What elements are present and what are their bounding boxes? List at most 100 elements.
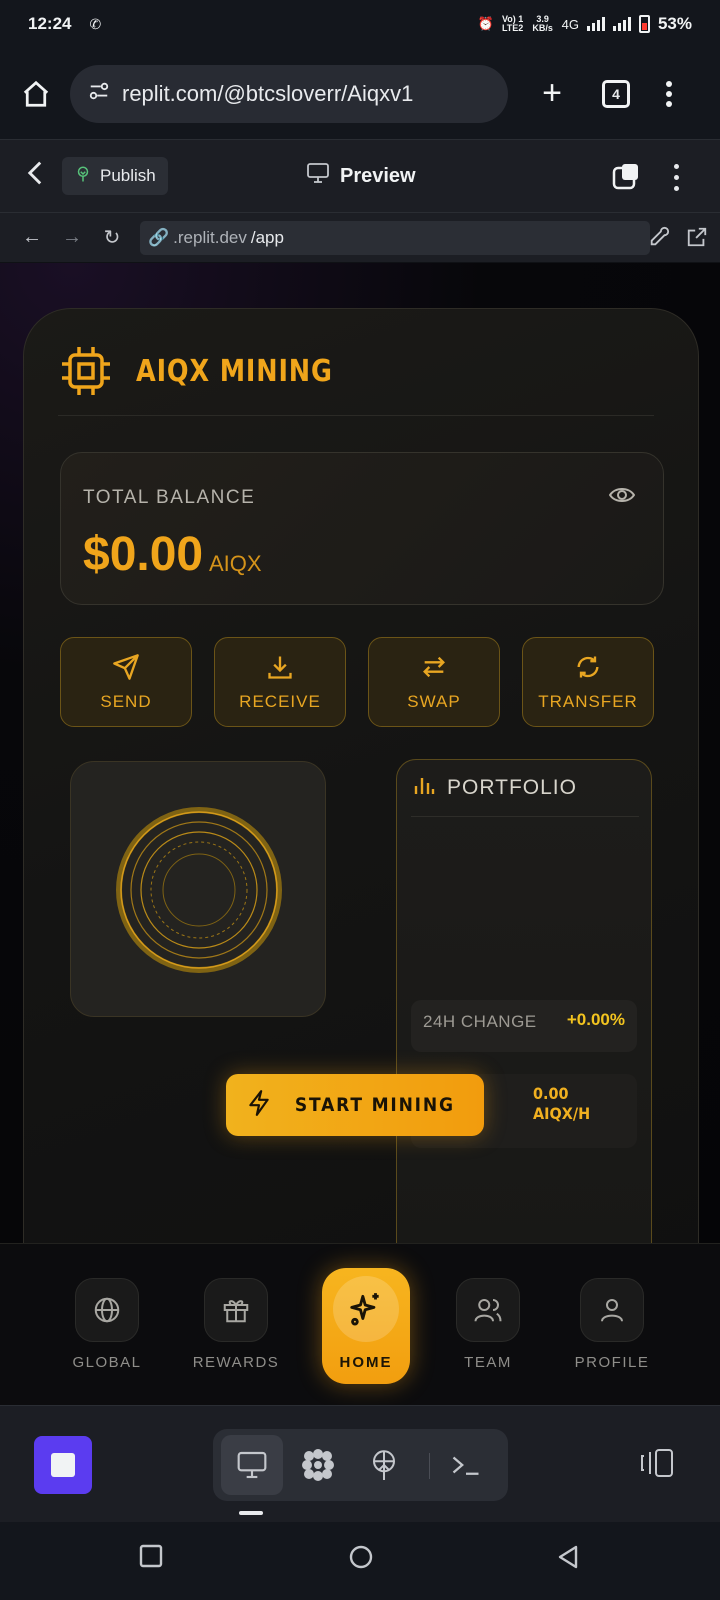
battery-percent: 53%	[657, 14, 692, 33]
wifi-call-icon: ✆	[89, 15, 102, 32]
balance-amount: $0.00	[83, 528, 204, 581]
status-time: 12:24	[28, 14, 72, 33]
mining-rate-value: 0.00 AIQX/H	[533, 1084, 591, 1123]
reload-icon[interactable]: ↻	[92, 225, 132, 250]
status-net-volte: Vo) 1 LTE2	[501, 14, 524, 33]
receive-button[interactable]: RECEIVE	[214, 637, 346, 727]
swap-button[interactable]: SWAP	[368, 637, 500, 727]
agent-icon	[302, 1449, 334, 1481]
webview-navbar: ← → ↻ 🔗 .replit.dev/app	[0, 212, 720, 262]
change-label: 24H CHANGE	[423, 1012, 537, 1031]
preview-tab[interactable]: Preview	[306, 162, 416, 190]
transfer-button[interactable]: TRANSFER	[522, 637, 654, 727]
signal-icon-2	[612, 17, 631, 31]
browser-menu-icon[interactable]	[666, 80, 672, 107]
new-tab-icon[interactable]: +	[534, 74, 570, 113]
status-bar: 12:24 ✆ ⏰ Vo) 1 LTE2 3.9 KB/s 4G 53%	[0, 0, 720, 48]
balance-unit: AIQX	[209, 551, 262, 576]
replit-header: Publish Preview	[0, 140, 720, 212]
swap-label: SWAP	[407, 691, 461, 711]
monitor-icon	[237, 1451, 267, 1479]
panes-icon[interactable]	[612, 162, 640, 190]
lightning-icon	[246, 1089, 272, 1122]
portfolio-panel: PORTFOLIO 24H CHANGE +0.00% 0.00 AIQX/H	[396, 759, 652, 1243]
tool-separator	[429, 1453, 430, 1479]
gift-icon	[204, 1278, 268, 1342]
address-path: /app	[250, 227, 284, 247]
app-viewport: AIQX MINING TOTAL BALANCE $0.00 AIQX SEN…	[0, 263, 720, 1243]
browser-toolbar: replit.com/@btcsloverr/Aiqxv1 + 4	[0, 48, 720, 140]
nav-profile-label: PROFILE	[574, 1354, 650, 1371]
start-mining-label: START MINING	[295, 1094, 455, 1116]
arrow-back-icon[interactable]: ←	[12, 226, 52, 249]
status-indicators: ⏰ Vo) 1 LTE2 3.9 KB/s 4G 53%	[477, 14, 692, 34]
nav-global-label: GLOBAL	[72, 1354, 142, 1371]
nav-rewards-label: REWARDS	[192, 1354, 280, 1371]
start-mining-button[interactable]: START MINING	[226, 1074, 484, 1136]
active-tool-indicator	[239, 1511, 263, 1515]
transfer-label: TRANSFER	[538, 691, 638, 711]
agent-tool-button[interactable]	[287, 1429, 349, 1501]
deploy-tool-button[interactable]	[353, 1429, 415, 1501]
home-nav-icon[interactable]	[348, 1544, 374, 1575]
nav-home[interactable]: HOME	[322, 1268, 410, 1384]
status-network-type: 4G	[561, 16, 579, 32]
cpu-chip-icon	[60, 345, 112, 397]
url-text: replit.com/@btcsloverr/Aiqxv1	[122, 80, 414, 106]
site-settings-icon[interactable]	[88, 80, 110, 108]
bar-chart-icon	[413, 774, 435, 802]
send-label: SEND	[100, 691, 152, 711]
nav-profile[interactable]: PROFILE	[562, 1278, 662, 1371]
brand-header: AIQX MINING	[60, 345, 367, 397]
nav-rewards[interactable]: REWARDS	[186, 1278, 286, 1371]
swap-icon	[420, 653, 448, 686]
publish-button[interactable]: Publish	[62, 157, 168, 195]
arrow-forward-icon[interactable]: →	[52, 226, 92, 249]
address-domain: .replit.dev	[173, 227, 247, 247]
publish-label: Publish	[100, 166, 156, 185]
eye-icon[interactable]	[608, 485, 636, 510]
tab-count-button[interactable]: 4	[602, 79, 630, 108]
action-buttons: SEND RECEIVE SWAP TRANSFER	[60, 637, 664, 727]
nav-global[interactable]: GLOBAL	[57, 1278, 157, 1371]
change-row: 24H CHANGE +0.00%	[411, 1000, 637, 1052]
battery-icon	[638, 15, 650, 33]
balance-label: TOTAL BALANCE	[83, 487, 256, 508]
open-external-icon[interactable]	[686, 226, 708, 253]
sparkles-icon	[333, 1276, 399, 1342]
terminal-icon	[452, 1456, 479, 1475]
signal-icon	[586, 17, 605, 31]
nav-team[interactable]: TEAM	[438, 1278, 538, 1371]
back-nav-icon[interactable]	[556, 1544, 580, 1575]
send-icon	[112, 653, 140, 686]
recents-icon[interactable]	[139, 1544, 163, 1573]
tool-group	[213, 1429, 508, 1501]
send-button[interactable]: SEND	[60, 637, 192, 727]
webview-address-bar[interactable]: 🔗 .replit.dev/app	[140, 220, 650, 255]
replit-menu-icon[interactable]	[674, 164, 679, 191]
panel-toggle-icon[interactable]	[640, 1448, 674, 1483]
portfolio-title: PORTFOLIO	[447, 776, 577, 799]
shell-tool-button[interactable]	[435, 1429, 497, 1501]
nav-team-label: TEAM	[464, 1354, 512, 1371]
mining-orb-panel	[70, 761, 326, 1017]
stop-button[interactable]	[34, 1436, 92, 1494]
wrench-icon[interactable]	[648, 226, 670, 253]
globe-icon	[75, 1278, 139, 1342]
app-bottom-nav: GLOBAL REWARDS HOME TEAM PROFILE	[0, 1243, 720, 1405]
header-divider	[58, 415, 654, 416]
home-icon[interactable]	[18, 76, 54, 112]
user-icon	[580, 1278, 644, 1342]
portfolio-divider	[411, 816, 639, 817]
android-nav-bar	[0, 1522, 720, 1600]
download-icon	[266, 653, 294, 686]
url-bar[interactable]: replit.com/@btcsloverr/Aiqxv1	[70, 64, 508, 123]
portfolio-header: PORTFOLIO	[413, 774, 577, 802]
preview-tool-button[interactable]	[221, 1435, 283, 1495]
balance-card: TOTAL BALANCE $0.00 AIQX	[60, 452, 664, 605]
mining-orb-icon	[116, 807, 282, 973]
monitor-icon	[306, 162, 330, 190]
publish-icon	[74, 165, 92, 188]
stop-icon	[51, 1453, 75, 1477]
back-chevron-icon[interactable]	[24, 160, 54, 193]
